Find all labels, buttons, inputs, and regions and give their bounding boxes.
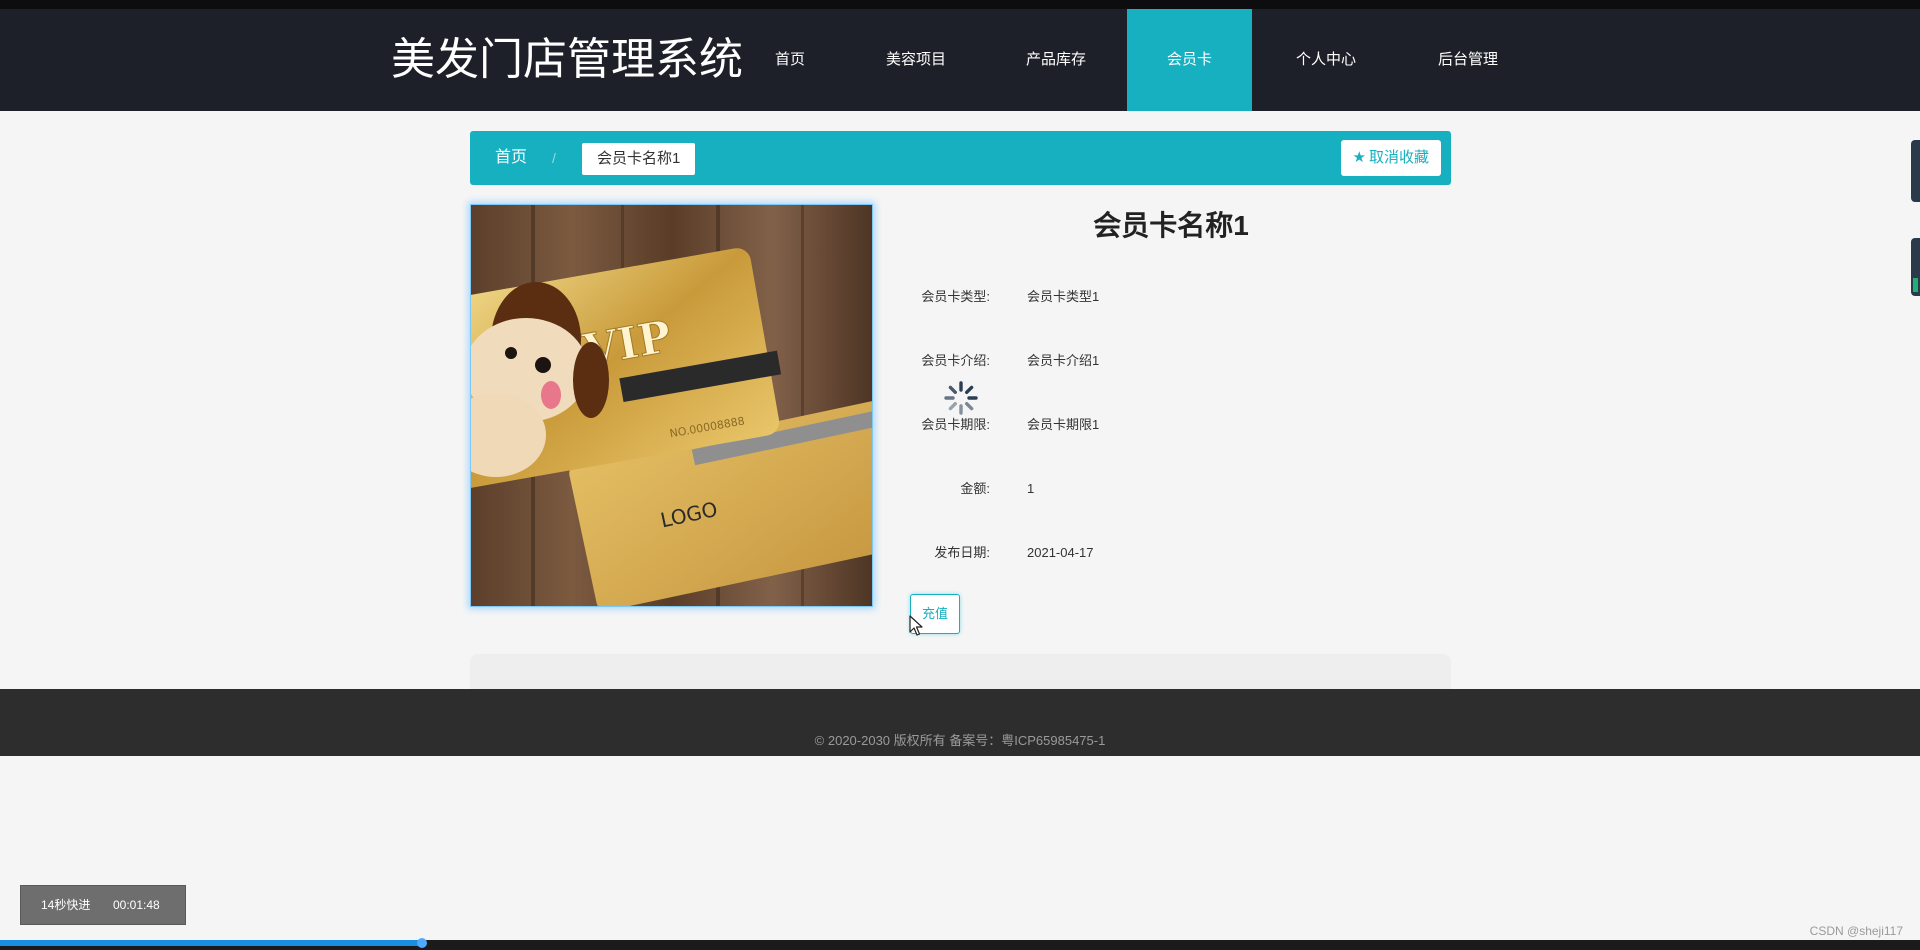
field-label: 金额:: [960, 481, 990, 496]
playback-time: 00:01:48: [113, 898, 160, 912]
nav-item-beauty-projects[interactable]: 美容项目: [866, 9, 966, 111]
progress-fill: [0, 940, 423, 946]
progress-knob[interactable]: [417, 938, 428, 948]
content-panel-strip: [470, 654, 1451, 689]
top-navbar: 美发门店管理系统 首页 美容项目 产品库存 会员卡 个人中心 后台管理: [0, 9, 1920, 111]
breadcrumb-current: 会员卡名称1: [582, 143, 696, 175]
nav-item-personal-center[interactable]: 个人中心: [1276, 9, 1376, 111]
vip-card-illustration: LOGO VIP NO.00008888: [471, 205, 872, 606]
field-value: 会员卡介绍1: [1027, 353, 1100, 368]
side-tab[interactable]: [1911, 238, 1920, 296]
field-row-amount: 金额: 1: [900, 479, 1440, 499]
field-row-card-term: 会员卡期限: 会员卡期限1: [900, 415, 1440, 435]
nav-item-membership-card[interactable]: 会员卡: [1127, 9, 1252, 111]
playback-badge: 14秒快进 00:01:48: [20, 885, 186, 925]
star-icon: ★: [1352, 149, 1366, 166]
field-value: 会员卡期限1: [1027, 417, 1100, 432]
field-label: 会员卡类型:: [921, 289, 990, 304]
mouse-cursor-icon: [909, 615, 923, 636]
footer: © 2020-2030 版权所有 备案号：粤ICP65985475-1: [0, 689, 1920, 756]
membership-card-image: LOGO VIP NO.00008888: [470, 204, 873, 607]
site-title: 美发门店管理系统: [391, 34, 743, 85]
fast-forward-label: 14秒快进: [41, 898, 91, 912]
footer-copyright: © 2020-2030 版权所有 备案号：粤ICP65985475-1: [814, 733, 1106, 748]
field-label: 发布日期:: [934, 545, 990, 560]
top-strip: [0, 0, 1920, 9]
field-value: 会员卡类型1: [1027, 289, 1100, 304]
side-tab-indicator: [1913, 278, 1918, 292]
breadcrumb-home-link[interactable]: 首页: [495, 131, 527, 185]
loading-spinner-icon: [944, 381, 978, 415]
side-tab[interactable]: [1911, 140, 1920, 202]
csdn-watermark: CSDN @sheji117: [1809, 924, 1903, 938]
nav-item-admin[interactable]: 后台管理: [1418, 9, 1518, 111]
field-label: 会员卡期限:: [921, 417, 990, 432]
field-row-publish-date: 发布日期: 2021-04-17: [900, 543, 1440, 563]
nav-item-home[interactable]: 首页: [752, 9, 828, 111]
cancel-favorite-label: 取消收藏: [1368, 149, 1429, 166]
field-value: 2021-04-17: [1027, 545, 1094, 560]
cancel-favorite-button[interactable]: ★ 取消收藏: [1340, 140, 1441, 176]
field-row-card-type: 会员卡类型: 会员卡类型1: [900, 287, 1440, 307]
detail-title: 会员卡名称1: [1093, 210, 1249, 241]
breadcrumb: 首页 / 会员卡名称1 ★ 取消收藏: [470, 131, 1451, 185]
nav-item-product-inventory[interactable]: 产品库存: [1006, 9, 1106, 111]
breadcrumb-separator: /: [552, 150, 556, 166]
field-label: 会员卡介绍:: [921, 353, 990, 368]
field-value: 1: [1027, 481, 1035, 496]
field-row-card-intro: 会员卡介绍: 会员卡介绍1: [900, 351, 1440, 371]
video-progress-bar[interactable]: [0, 938, 1920, 950]
